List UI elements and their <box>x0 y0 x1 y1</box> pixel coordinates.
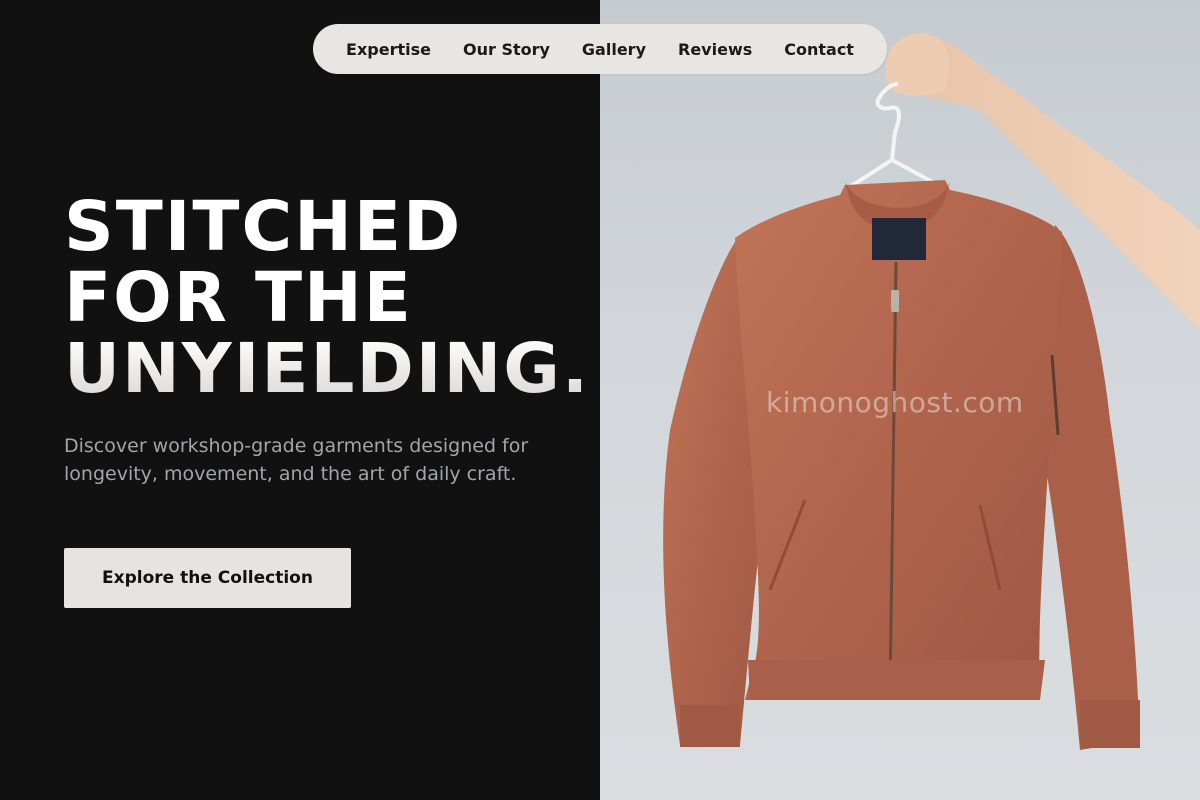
hero-subtitle: Discover workshop-grade garments designe… <box>64 435 529 485</box>
watermark-text: kimonoghost.com <box>766 386 1024 419</box>
nav-item-contact[interactable]: Contact <box>784 40 854 59</box>
main-nav: Expertise Our Story Gallery Reviews Cont… <box>313 24 887 74</box>
hero-title-line-1: STITCHED <box>64 187 463 267</box>
nav-item-our-story[interactable]: Our Story <box>463 40 550 59</box>
hero-title-line-2: FOR THE <box>64 258 413 338</box>
hero-title: STITCHED FOR THE UNYIELDING. <box>64 192 590 405</box>
hero-title-line-3: UNYIELDING. <box>64 329 591 409</box>
nav-item-gallery[interactable]: Gallery <box>582 40 646 59</box>
hero-left-panel: STITCHED FOR THE UNYIELDING. Discover wo… <box>0 0 600 800</box>
nav-item-expertise[interactable]: Expertise <box>346 40 431 59</box>
nav-item-reviews[interactable]: Reviews <box>678 40 752 59</box>
explore-collection-button[interactable]: Explore the Collection <box>64 548 351 608</box>
